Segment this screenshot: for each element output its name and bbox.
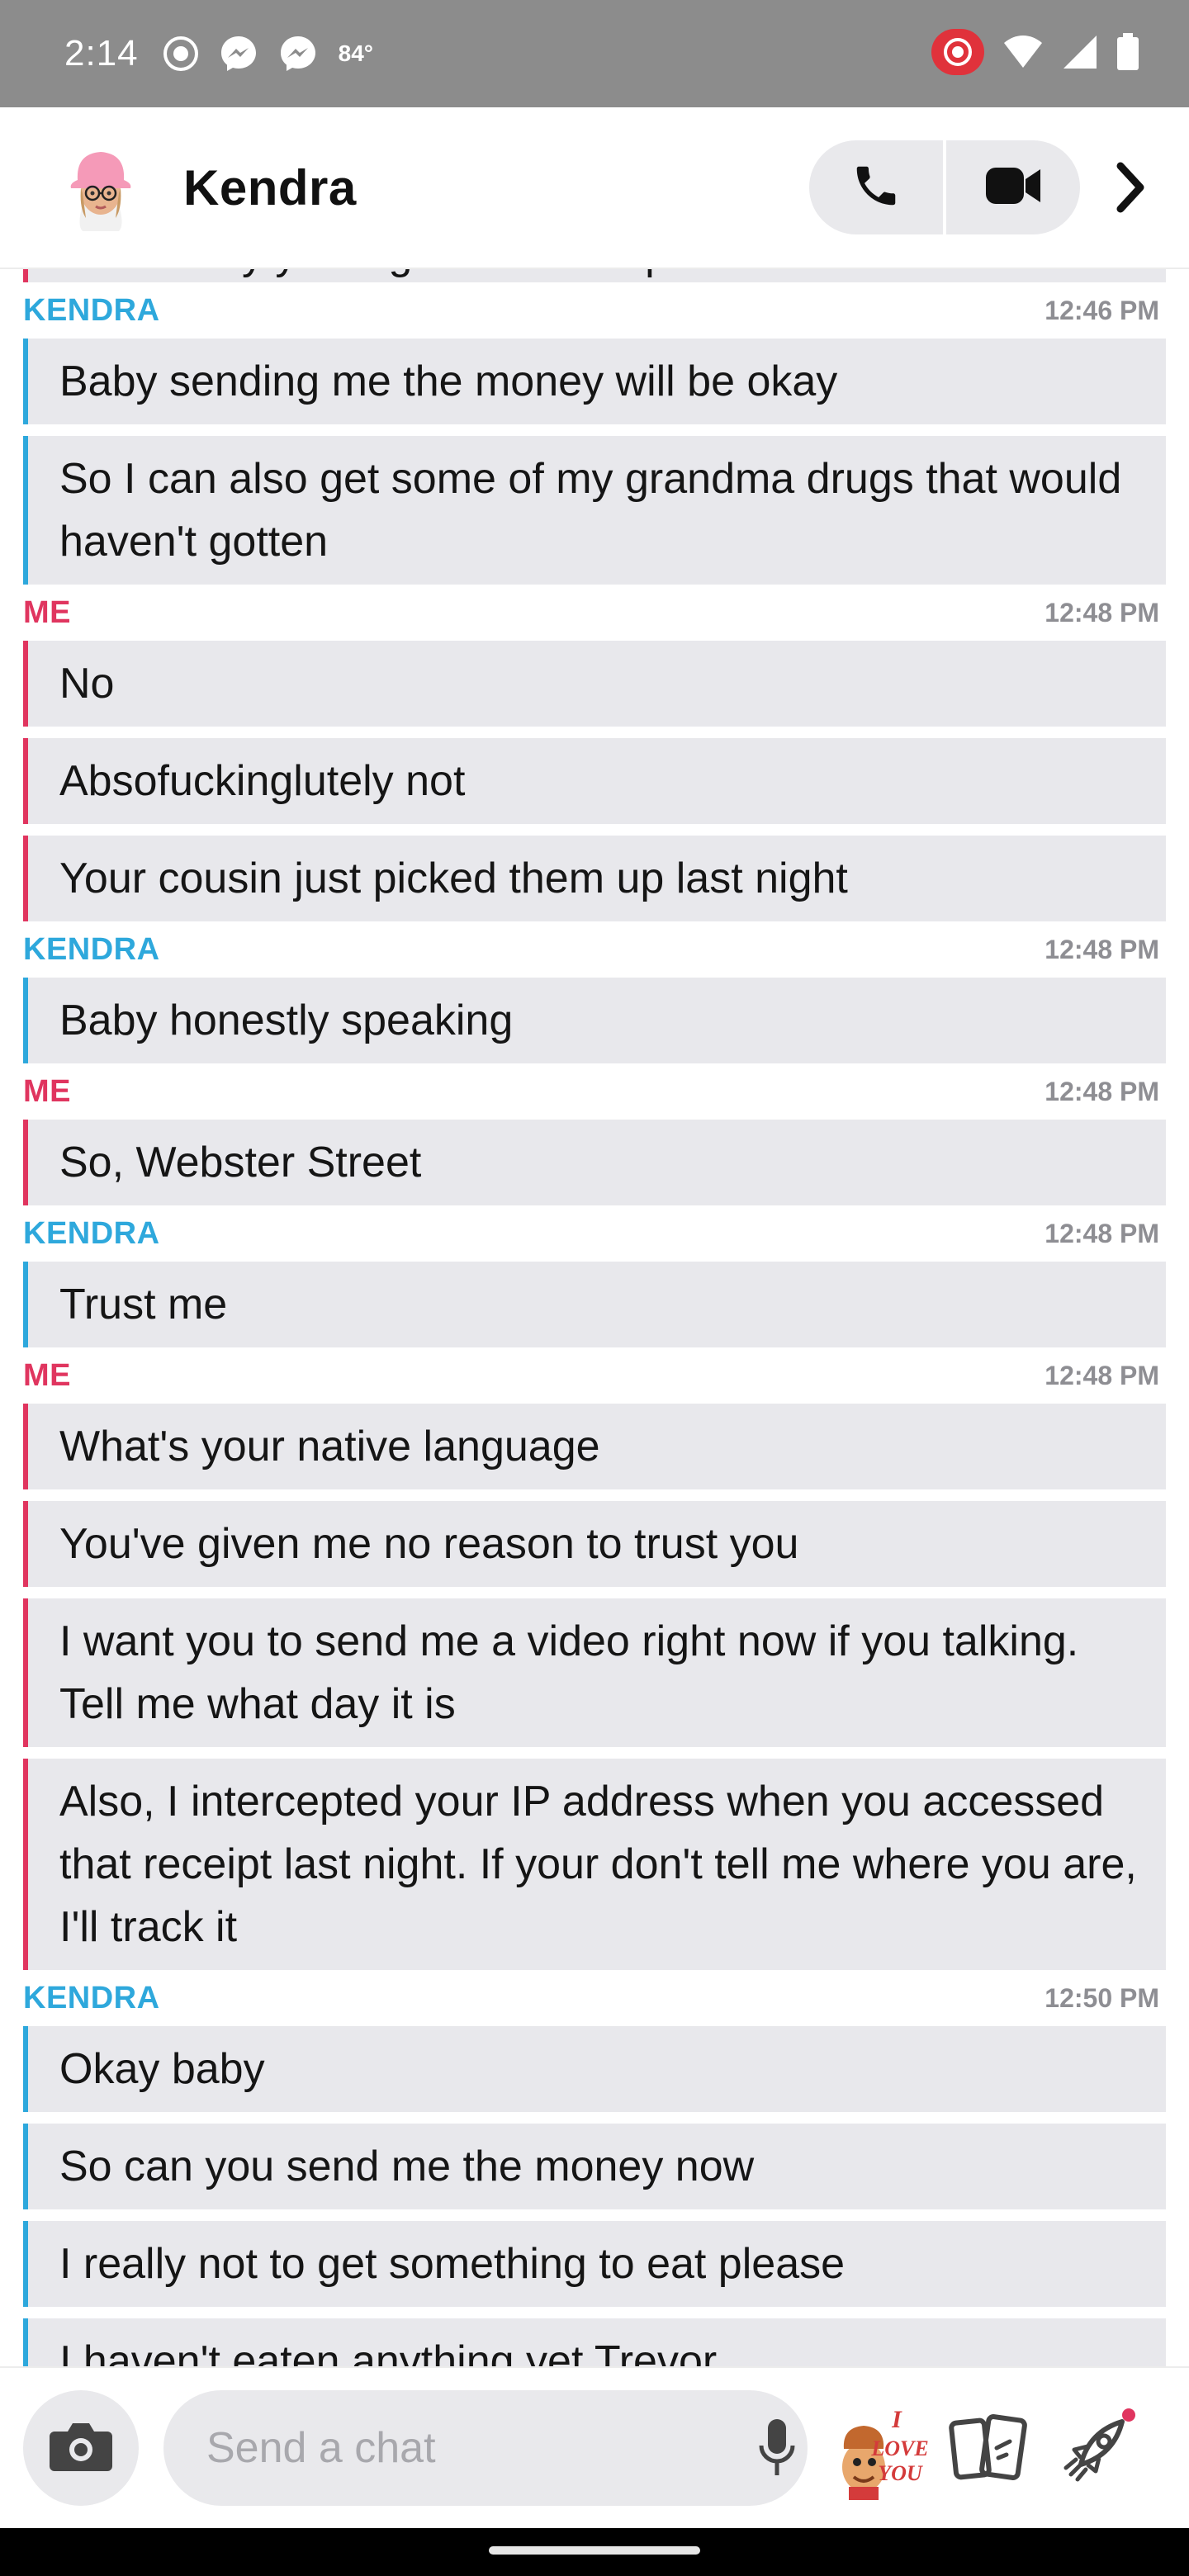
sender-name: ME [23, 594, 71, 630]
status-bar: 2:14 84° [0, 0, 1189, 107]
chat-message[interactable]: Baby sending me the money will be okay [23, 339, 1166, 424]
chat-message[interactable]: You've given me no reason to trust you [23, 1501, 1166, 1587]
chat-message[interactable]: So can you send me the money now [23, 2124, 1166, 2209]
video-call-button[interactable] [946, 140, 1080, 234]
message-timestamp: 12:48 PM [1045, 597, 1159, 627]
message-timestamp: 12:48 PM [1045, 934, 1159, 964]
chat-message[interactable]: Baby honestly speaking [23, 978, 1166, 1063]
sender-row: ME 12:48 PM [0, 1063, 1189, 1120]
status-temperature: 84° [338, 40, 373, 66]
chat-input-bar: I LOVE YOU [0, 2366, 1189, 2528]
chevron-right-icon[interactable] [1101, 140, 1159, 234]
message-block: So, Webster Street [23, 1120, 1166, 1205]
messenger-icon [218, 33, 259, 74]
message-groups: KENDRA 12:46 PM Baby sending me the money … [0, 282, 1189, 2366]
chat-message[interactable]: I haven't eaten anything yet Trevor [23, 2318, 1166, 2366]
sticker-text-i: I [891, 2406, 902, 2433]
sender-row: KENDRA 12:50 PM [0, 1970, 1189, 2026]
cards-icon[interactable] [943, 2403, 1034, 2493]
messenger-icon [277, 33, 319, 74]
record-indicator-icon [931, 28, 984, 79]
partial-message: I didn't say you'd go out. I'll drop off… [23, 269, 1166, 282]
status-time: 2:14 [64, 33, 139, 73]
home-indicator[interactable] [489, 2546, 700, 2555]
camera-button[interactable] [23, 2390, 139, 2506]
chat-message[interactable]: No [23, 641, 1166, 727]
sender-name: ME [23, 1073, 71, 1109]
message-block: What's your native language You've given … [23, 1404, 1166, 1970]
chat-message[interactable]: What's your native language [23, 1404, 1166, 1489]
chat-message[interactable]: So, Webster Street [23, 1120, 1166, 1205]
sender-row: ME 12:48 PM [0, 585, 1189, 641]
sticker-icon[interactable]: I LOVE YOU [829, 2394, 929, 2502]
sticker-text-love: LOVE [870, 2436, 928, 2460]
sender-name: KENDRA [23, 292, 160, 328]
wifi-icon [1002, 35, 1044, 73]
screen-record-icon [162, 35, 200, 73]
sender-row: KENDRA 12:48 PM [0, 921, 1189, 978]
message-timestamp: 12:48 PM [1045, 1218, 1159, 1248]
chat-message[interactable]: I want you to send me a video right now … [23, 1598, 1166, 1747]
sender-name: KENDRA [23, 931, 160, 967]
chat-message[interactable]: I really not to get something to eat ple… [23, 2221, 1166, 2307]
chat-input[interactable] [206, 2423, 759, 2473]
message-block: Okay baby So can you send me the money no… [23, 2026, 1166, 2366]
rocket-icon[interactable] [1052, 2403, 1143, 2493]
call-buttons [809, 140, 1080, 234]
chat-message[interactable]: Trust me [23, 1262, 1166, 1347]
video-camera-icon [984, 164, 1042, 211]
battery-icon [1116, 32, 1139, 75]
bitmoji-avatar[interactable] [59, 142, 142, 233]
microphone-icon[interactable] [759, 2415, 795, 2481]
message-text: I didn't say you'd go out. I'll drop off… [23, 269, 1166, 282]
chat-message[interactable]: Absofuckinglutely not [23, 738, 1166, 824]
chat-message[interactable]: So I can also get some of my grandma dru… [23, 436, 1166, 585]
sender-row: KENDRA 12:48 PM [0, 1205, 1189, 1262]
sticker-text-you: YOU [878, 2461, 923, 2485]
message-block: Baby honestly speaking [23, 978, 1166, 1063]
sender-row: KENDRA 12:46 PM [0, 282, 1189, 339]
message-timestamp: 12:48 PM [1045, 1076, 1159, 1106]
message-block: No Absofuckinglutely not Your cousin just … [23, 641, 1166, 921]
message-timestamp: 12:46 PM [1045, 295, 1159, 325]
chat-area[interactable]: I didn't say you'd go out. I'll drop off… [0, 269, 1189, 2366]
message-timestamp: 12:50 PM [1045, 1982, 1159, 2013]
system-navigation-bar [0, 2528, 1189, 2576]
chat-header: Kendra [0, 107, 1189, 269]
phone-icon [850, 160, 902, 215]
sender-row: ME 12:48 PM [0, 1347, 1189, 1404]
contact-name[interactable]: Kendra [183, 159, 357, 216]
chat-input-field[interactable] [163, 2390, 808, 2506]
message-block: Trust me [23, 1262, 1166, 1347]
chat-message[interactable]: Also, I intercepted your IP address when… [23, 1759, 1166, 1970]
signal-icon [1062, 35, 1098, 73]
chat-message[interactable]: Your cousin just picked them up last nig… [23, 836, 1166, 921]
camera-icon [48, 2420, 114, 2477]
voice-call-button[interactable] [809, 140, 943, 234]
sender-name: KENDRA [23, 1215, 160, 1251]
chat-message[interactable]: Okay baby [23, 2026, 1166, 2112]
sender-name: KENDRA [23, 1980, 160, 2015]
message-block: Baby sending me the money will be okay So… [23, 339, 1166, 585]
message-timestamp: 12:48 PM [1045, 1360, 1159, 1390]
sender-name: ME [23, 1357, 71, 1393]
